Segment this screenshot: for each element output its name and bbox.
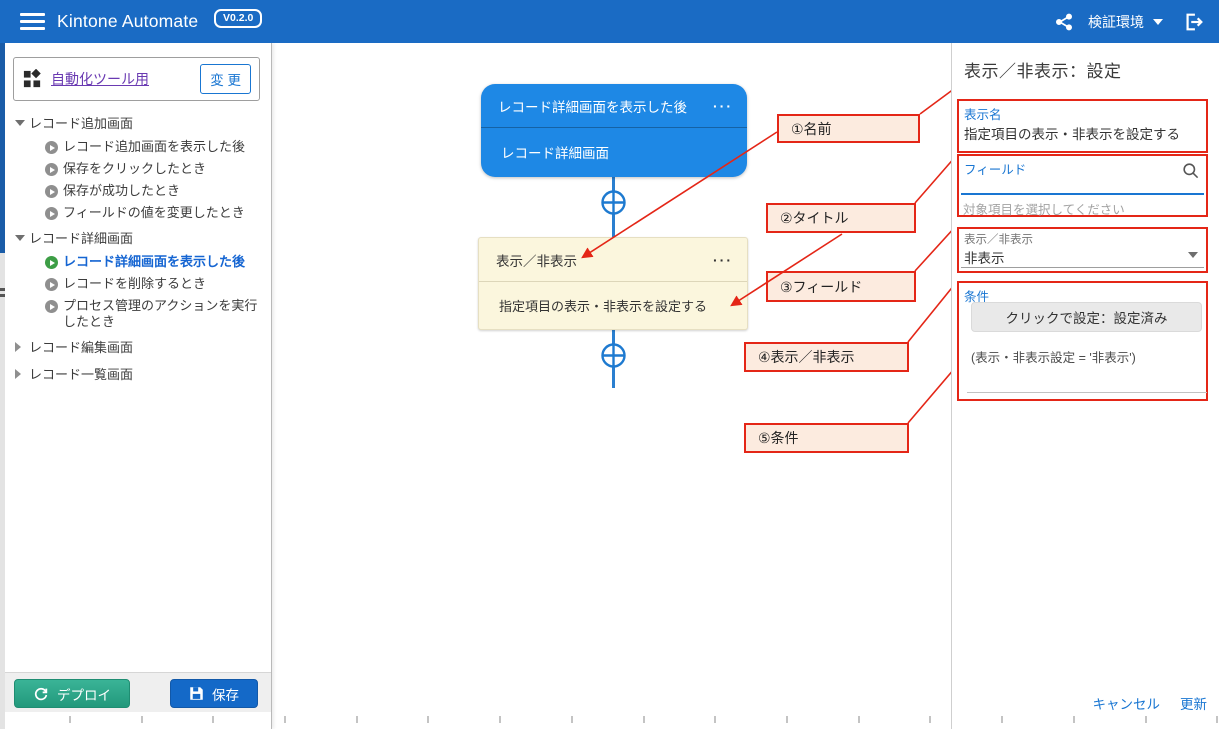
left-edge-scrollbar[interactable] (0, 43, 5, 729)
app-name-link[interactable]: 自動化ツール用 (51, 69, 149, 89)
cancel-link[interactable]: キャンセル (1093, 693, 1161, 713)
field-input-underline (961, 193, 1204, 195)
field-input-placeholder[interactable]: 対象項目を選択してください (963, 199, 1125, 218)
annotation-box: ③フィールド (766, 271, 916, 302)
play-icon (45, 185, 58, 198)
app-selector-box: 自動化ツール用 変 更 (13, 57, 260, 101)
tree-item[interactable]: レコード詳細画面を表示した後 (5, 251, 263, 273)
tree-item-label: レコード詳細画面を表示した後 (63, 254, 245, 270)
annotation-box: ⑤条件 (744, 423, 909, 453)
save-button[interactable]: 保存 (170, 679, 258, 708)
play-icon (45, 141, 58, 154)
add-node-button[interactable] (600, 342, 627, 369)
tree-group-label: レコード詳細画面 (29, 228, 133, 247)
tree-group[interactable]: レコード詳細画面 (5, 224, 263, 251)
visibility-select-highlight: 表示／非表示 非表示 (957, 227, 1208, 273)
play-icon (45, 300, 58, 313)
play-icon (45, 163, 58, 176)
tree-item-label: プロセス管理のアクションを実行したとき (63, 298, 261, 330)
panel-heading: 表示／非表示：設定 (964, 57, 1122, 82)
tree-item[interactable]: レコード追加画面を表示した後 (5, 136, 263, 158)
floppy-save-icon (189, 686, 204, 701)
tree-group[interactable]: レコード編集画面 (5, 333, 263, 360)
share-icon[interactable] (1054, 12, 1074, 32)
play-icon (45, 256, 58, 269)
tree-group-label: レコード一覧画面 (29, 364, 133, 383)
trigger-node-subtitle: レコード詳細画面 (481, 128, 747, 175)
node-menu-icon[interactable]: ··· (713, 252, 733, 268)
tree-group-label: レコード編集画面 (29, 337, 133, 356)
settings-panel: 表示／非表示：設定 表示名 指定項目の表示・非表示を設定する フィールド 対象項… (951, 43, 1219, 729)
tree-item[interactable]: 保存が成功したとき (5, 180, 263, 202)
deploy-button[interactable]: デプロイ (14, 679, 130, 708)
environment-switcher[interactable]: 検証環境 (1088, 12, 1163, 32)
action-node-title: 表示／非表示 (496, 250, 577, 270)
save-label: 保存 (212, 684, 239, 704)
search-icon[interactable] (1181, 161, 1200, 185)
sidebar-footer: デプロイ 保存 (5, 672, 271, 712)
action-node[interactable]: 表示／非表示 ··· 指定項目の表示・非表示を設定する (478, 237, 748, 330)
condition-set-button[interactable]: クリックで設定：設定済み (971, 302, 1202, 332)
change-app-button[interactable]: 変 更 (200, 64, 251, 94)
play-icon (45, 278, 58, 291)
annotation-box: ②タイトル (766, 203, 916, 233)
field-label: フィールド (964, 159, 1026, 178)
display-name-field-highlight: 表示名 指定項目の表示・非表示を設定する (957, 99, 1208, 153)
event-tree: レコード追加画面レコード追加画面を表示した後保存をクリックしたとき保存が成功した… (5, 109, 263, 387)
tree-item-label: レコードを削除するとき (63, 276, 206, 292)
annotation-box: ①名前 (777, 114, 920, 143)
annotation-box: ④表示／非表示 (744, 342, 909, 372)
tree-group-label: レコード追加画面 (29, 113, 133, 132)
tree-item[interactable]: プロセス管理のアクションを実行したとき (5, 295, 263, 333)
deploy-label: デプロイ (57, 684, 111, 704)
trigger-node[interactable]: レコード詳細画面を表示した後 ··· レコード詳細画面 (481, 84, 747, 177)
update-link[interactable]: 更新 (1180, 693, 1207, 713)
version-badge: V0.2.0 (214, 9, 262, 28)
app-root: Kintone Automate V0.2.0 検証環境 自動化ツール用 (0, 0, 1219, 729)
caret-collapsed-icon (15, 369, 21, 379)
top-header: Kintone Automate V0.2.0 検証環境 (0, 0, 1219, 43)
add-node-button[interactable] (600, 189, 627, 216)
tree-item-label: フィールドの値を変更したとき (63, 205, 245, 221)
tree-item-label: 保存をクリックしたとき (63, 161, 206, 177)
logout-icon[interactable] (1183, 11, 1205, 33)
app-icon (22, 69, 43, 90)
caret-expanded-icon (15, 235, 25, 241)
field-selector-highlight: フィールド 対象項目を選択してください (957, 154, 1208, 217)
visibility-label: 表示／非表示 (964, 231, 1033, 247)
sync-icon (33, 686, 49, 702)
select-caret-icon[interactable] (1188, 252, 1198, 258)
play-icon (45, 207, 58, 220)
chevron-down-icon (1153, 19, 1163, 25)
visibility-select[interactable]: 非表示 (964, 247, 1005, 267)
visibility-underline (961, 267, 1204, 268)
tree-group[interactable]: レコード一覧画面 (5, 360, 263, 387)
node-menu-icon[interactable]: ··· (713, 98, 733, 114)
tree-item[interactable]: フィールドの値を変更したとき (5, 202, 263, 224)
caret-collapsed-icon (15, 342, 21, 352)
tree-item[interactable]: レコードを削除するとき (5, 273, 263, 295)
display-name-input[interactable]: 指定項目の表示・非表示を設定する (964, 123, 1180, 143)
trigger-node-title: レコード詳細画面を表示した後 (498, 96, 687, 116)
sidebar: 自動化ツール用 変 更 レコード追加画面レコード追加画面を表示した後保存をクリッ… (5, 43, 272, 729)
environment-label: 検証環境 (1088, 12, 1144, 32)
condition-summary: (表示・非表示設定 = '非表示') (971, 347, 1136, 366)
divider (967, 392, 1207, 393)
app-title: Kintone Automate (57, 0, 198, 43)
condition-section-highlight: 条件 クリックで設定：設定済み (表示・非表示設定 = '非表示') (957, 281, 1208, 401)
caret-expanded-icon (15, 120, 25, 126)
action-node-subtitle: 指定項目の表示・非表示を設定する (479, 282, 747, 329)
tree-group[interactable]: レコード追加画面 (5, 109, 263, 136)
tree-item[interactable]: 保存をクリックしたとき (5, 158, 263, 180)
tree-item-label: 保存が成功したとき (63, 183, 180, 199)
tree-item-label: レコード追加画面を表示した後 (63, 139, 245, 155)
display-name-label: 表示名 (964, 104, 1002, 123)
hamburger-menu-icon[interactable] (20, 13, 45, 30)
